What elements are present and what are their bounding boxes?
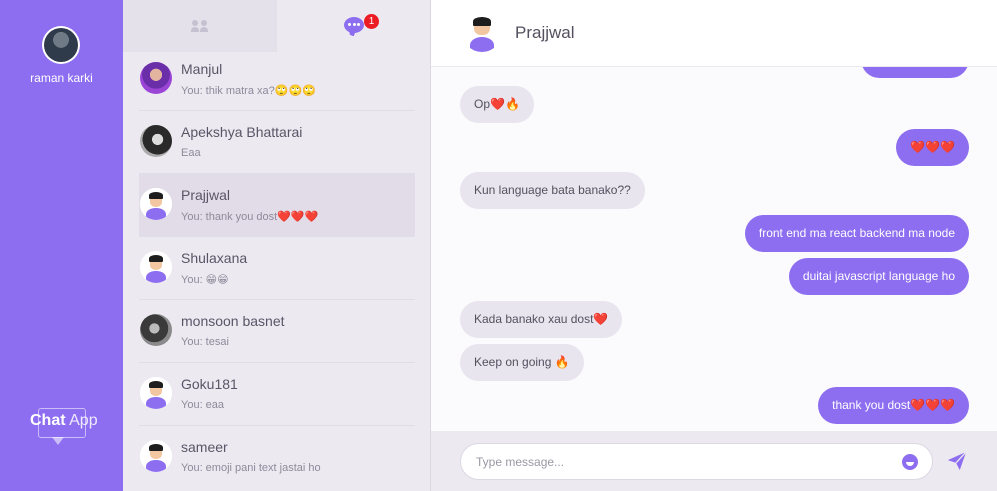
avatar <box>140 62 172 94</box>
conversation-item[interactable]: monsoon basnet You: tesai <box>139 300 415 363</box>
conversation-item-active[interactable]: Prajjwal You: thank you dost❤️❤️❤️ <box>139 174 415 237</box>
avatar <box>140 188 172 220</box>
message-composer <box>431 431 997 491</box>
user-name: raman karki <box>30 71 93 85</box>
conversation-last-message: You: tesai <box>181 336 229 348</box>
conversation-item[interactable]: Shulaxana You: 😁😁 <box>139 237 415 300</box>
conversation-last-message: You: 😁😁 <box>181 274 229 286</box>
message-bubble: Op❤️🔥 <box>460 86 534 123</box>
conversation-name: Apekshya Bhattarai <box>181 124 303 140</box>
conversation-list: Manjul You: thik matra xa?🙄🙄🙄 Apekshya B… <box>139 52 415 489</box>
conversation-item[interactable]: sameer You: emoji pani text jastai ho <box>139 426 415 489</box>
conversation-last-message: You: thank you dost❤️❤️❤️ <box>181 211 319 223</box>
avatar <box>140 251 172 283</box>
conversation-item[interactable]: Apekshya Bhattarai Eaa <box>139 111 415 174</box>
conversation-last-message: Eaa <box>181 147 201 159</box>
message-bubble: front end ma react backend ma node <box>744 215 969 252</box>
chat-panel: Prajjwal Op❤️🔥 ❤️❤️❤️ Kun language bata … <box>431 0 997 491</box>
conversation-item[interactable]: Goku181 You: eaa <box>139 363 415 426</box>
conversations-panel: 1 Manjul You: thik matra xa?🙄🙄🙄 Apekshya… <box>123 0 431 491</box>
chat-header: Prajjwal <box>431 0 997 67</box>
message-bubble: thank you dost❤️❤️❤️ <box>818 387 969 424</box>
chat-bubble-icon <box>344 17 364 37</box>
conversation-name: Prajjwal <box>181 187 231 203</box>
chat-app-logo: Chat App <box>30 408 100 454</box>
avatar[interactable] <box>462 12 502 52</box>
brand-bold: Chat <box>30 412 66 429</box>
chat-title: Prajjwal <box>515 23 575 42</box>
people-icon <box>191 20 209 32</box>
user-avatar[interactable] <box>42 26 80 64</box>
message-bubble: duitai javascript language ho <box>788 258 969 295</box>
conversation-name: Manjul <box>181 61 223 77</box>
avatar <box>140 314 172 346</box>
left-rail: raman karki Chat App <box>0 0 123 491</box>
avatar <box>140 125 172 157</box>
conversation-last-message: You: thik matra xa?🙄🙄🙄 <box>181 85 316 97</box>
conversation-name: monsoon basnet <box>181 313 285 329</box>
emoji-picker-icon[interactable] <box>902 454 918 470</box>
brand-rest: App <box>69 412 98 429</box>
conversation-item[interactable]: Manjul You: thik matra xa?🙄🙄🙄 <box>139 52 415 111</box>
message-input[interactable] <box>476 444 896 479</box>
message-bubble: Kada banako xau dost❤️ <box>460 301 623 338</box>
conversation-name: sameer <box>181 439 228 455</box>
tab-chats[interactable]: 1 <box>277 0 430 52</box>
message-list[interactable]: Op❤️🔥 ❤️❤️❤️ Kun language bata banako?? … <box>431 67 997 431</box>
message-field[interactable] <box>460 443 933 480</box>
conversation-name: Shulaxana <box>181 250 248 266</box>
message-bubble-partial <box>861 67 969 78</box>
tab-contacts[interactable] <box>123 0 277 52</box>
message-bubble: ❤️❤️❤️ <box>896 129 969 166</box>
send-icon[interactable] <box>946 450 968 472</box>
avatar <box>140 440 172 472</box>
message-bubble: Kun language bata banako?? <box>460 172 645 209</box>
conversation-name: Goku181 <box>181 376 238 392</box>
panel-tabs: 1 <box>123 0 430 52</box>
unread-badge: 1 <box>364 14 379 29</box>
message-bubble: Keep on going 🔥 <box>460 344 584 381</box>
conversation-last-message: You: eaa <box>181 399 225 411</box>
conversation-last-message: You: emoji pani text jastai ho <box>181 462 321 474</box>
avatar <box>140 377 172 409</box>
